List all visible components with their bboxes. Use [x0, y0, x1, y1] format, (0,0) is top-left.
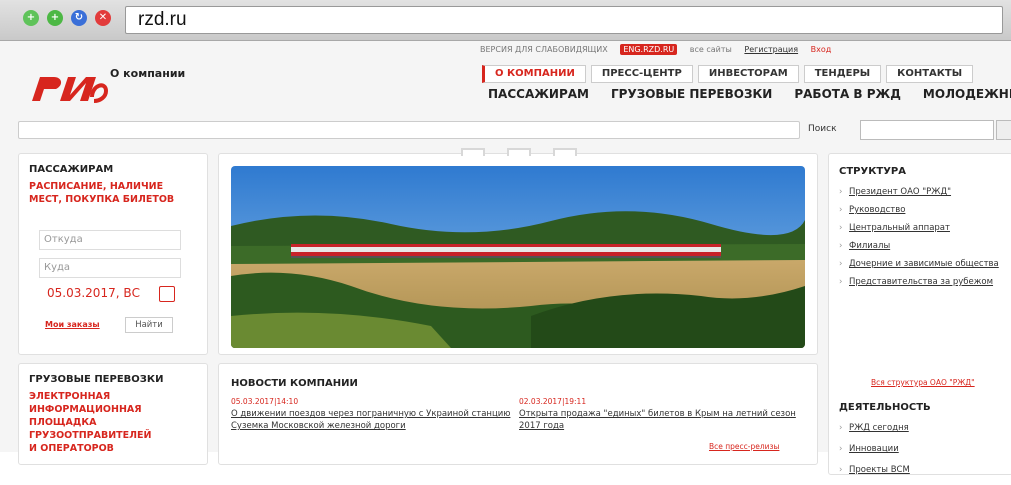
menu-passengers[interactable]: ПАССАЖИРАМ	[488, 87, 589, 101]
schedule-link[interactable]: РАСПИСАНИЕ, НАЛИЧИЕ МЕСТ, ПОКУПКА БИЛЕТО…	[29, 180, 174, 206]
slider-handle[interactable]	[553, 148, 577, 156]
page: ВЕРСИЯ ДЛЯ СЛАБОВИДЯЩИХ ENG.RZD.RU все с…	[0, 41, 1011, 476]
slider-handle[interactable]	[461, 148, 485, 156]
icon-red[interactable]: ✕	[95, 10, 111, 26]
news-card: НОВОСТИ КОМПАНИИ 05.03.2017|14:10 О движ…	[218, 363, 818, 465]
list-item[interactable]: Филиалы	[839, 240, 1009, 252]
icon-green[interactable]: +	[23, 10, 39, 26]
train-photo	[231, 166, 805, 348]
cargo-title: ГРУЗОВЫЕ ПЕРЕВОЗКИ	[29, 374, 164, 385]
url-text: rzd.ru	[138, 9, 187, 30]
top-menu: О КОМПАНИИ ПРЕСС-ЦЕНТР ИНВЕСТОРАМ ТЕНДЕР…	[482, 65, 974, 83]
news-date: 02.03.2017	[519, 397, 562, 406]
list-item[interactable]: Проекты ВСМ	[839, 464, 1009, 476]
to-input[interactable]: Куда	[39, 258, 181, 278]
activity-title: ДЕЯТЕЛЬНОСТЬ	[839, 402, 931, 413]
search-label: Поиск	[808, 124, 837, 134]
list-item[interactable]: Центральный аппарат	[839, 222, 1009, 234]
cargo-platform-link[interactable]: ЭЛЕКТРОННАЯ ИНФОРМАЦИОННАЯ ПЛОЩАДКА ГРУЗ…	[29, 390, 151, 455]
news-date: 05.03.2017	[231, 397, 274, 406]
cargo-link-line: ИНФОРМАЦИОННАЯ	[29, 404, 142, 415]
list-item[interactable]: РЖД сегодня	[839, 422, 1009, 434]
schedule-link-line2: МЕСТ, ПОКУПКА БИЛЕТОВ	[29, 194, 175, 205]
browser-toolbar: + + ↻ ✕ rzd.ru	[0, 0, 1011, 41]
list-item[interactable]: Президент ОАО "РЖД"	[839, 186, 1009, 198]
all-structure-link[interactable]: Вся структура ОАО "РЖД"	[871, 378, 975, 387]
structure-title: СТРУКТУРА	[839, 166, 906, 177]
menu-youth[interactable]: МОЛОДЕЖНЫЙ	[923, 87, 1011, 101]
activity-list: РЖД сегодня Инновации Проекты ВСМ	[839, 422, 1009, 485]
passengers-card: ПАССАЖИРАМ РАСПИСАНИЕ, НАЛИЧИЕ МЕСТ, ПОК…	[18, 153, 208, 355]
menu-cargo[interactable]: ГРУЗОВЫЕ ПЕРЕВОЗКИ	[611, 87, 772, 101]
list-item[interactable]: Дочерние и зависимые общества	[839, 258, 1009, 270]
search-input[interactable]	[860, 120, 994, 140]
all-press-link[interactable]: Все пресс-релизы	[709, 442, 779, 451]
slider-handle[interactable]	[507, 148, 531, 156]
menu-about[interactable]: О КОМПАНИИ	[482, 65, 586, 83]
all-sites-link[interactable]: все сайты	[690, 45, 732, 54]
list-item[interactable]: Руководство	[839, 204, 1009, 216]
cargo-link-line: ГРУЗООТПРАВИТЕЛЕЙ	[29, 430, 152, 441]
url-bar[interactable]: rzd.ru	[125, 6, 1003, 34]
utility-bar: ВЕРСИЯ ДЛЯ СЛАБОВИДЯЩИХ ENG.RZD.RU все с…	[480, 44, 841, 55]
icon-blue[interactable]: ↻	[71, 10, 87, 26]
cargo-link-line: И ОПЕРАТОРОВ	[29, 443, 114, 454]
calendar-icon[interactable]	[159, 286, 175, 302]
news-time: 14:10	[276, 397, 299, 406]
cargo-link-line: ЭЛЕКТРОННАЯ	[29, 391, 111, 402]
date-input[interactable]: 05.03.2017, ВС	[47, 286, 140, 300]
from-input[interactable]: Откуда	[39, 230, 181, 250]
accessibility-link[interactable]: ВЕРСИЯ ДЛЯ СЛАБОВИДЯЩИХ	[480, 45, 608, 54]
menu-jobs[interactable]: РАБОТА В РЖД	[794, 87, 901, 101]
news-time: 19:11	[564, 397, 587, 406]
rzd-logo[interactable]	[30, 67, 109, 103]
passengers-title: ПАССАЖИРАМ	[29, 164, 114, 175]
news-text: О движении поездов через пограничную с У…	[231, 409, 511, 431]
news-text: Открыта продажа "единых" билетов в Крым …	[519, 409, 796, 431]
register-link[interactable]: Регистрация	[744, 45, 798, 54]
rzd-logo-icon	[32, 77, 109, 103]
list-item[interactable]: Инновации	[839, 443, 1009, 455]
find-button[interactable]: Найти	[125, 317, 173, 333]
icon-green[interactable]: +	[47, 10, 63, 26]
cargo-card: ГРУЗОВЫЕ ПЕРЕВОЗКИ ЭЛЕКТРОННАЯ ИНФОРМАЦИ…	[18, 363, 208, 465]
news-title: НОВОСТИ КОМПАНИИ	[231, 378, 358, 389]
breadcrumb-bar	[18, 121, 800, 139]
news-item[interactable]: 05.03.2017|14:10 О движении поездов чере…	[231, 396, 511, 432]
eng-link[interactable]: ENG.RZD.RU	[620, 44, 678, 55]
my-orders-link[interactable]: Мои заказы	[45, 320, 100, 329]
menu-press[interactable]: ПРЕСС-ЦЕНТР	[590, 65, 693, 83]
structure-list: Президент ОАО "РЖД" Руководство Централь…	[839, 186, 1009, 294]
news-item[interactable]: 02.03.2017|19:11 Открыта продажа "единых…	[519, 396, 799, 432]
menu-tenders[interactable]: ТЕНДЕРЫ	[803, 65, 882, 83]
login-link[interactable]: Вход	[811, 45, 832, 54]
search-button[interactable]	[996, 120, 1011, 140]
list-item[interactable]: Представительства за рубежом	[839, 276, 1009, 288]
cargo-link-line: ПЛОЩАДКА	[29, 417, 97, 428]
menu-contacts[interactable]: КОНТАКТЫ	[886, 65, 974, 83]
main-menu: ПАССАЖИРАМ ГРУЗОВЫЕ ПЕРЕВОЗКИ РАБОТА В Р…	[488, 87, 1011, 101]
schedule-link-line1: РАСПИСАНИЕ, НАЛИЧИЕ	[29, 181, 164, 192]
train-banner-image[interactable]	[231, 166, 805, 348]
menu-investors[interactable]: ИНВЕСТОРАМ	[697, 65, 799, 83]
structure-card: СТРУКТУРА Президент ОАО "РЖД" Руководств…	[828, 153, 1011, 476]
banner-card	[218, 148, 818, 355]
logo-label[interactable]: О компании	[110, 67, 185, 80]
